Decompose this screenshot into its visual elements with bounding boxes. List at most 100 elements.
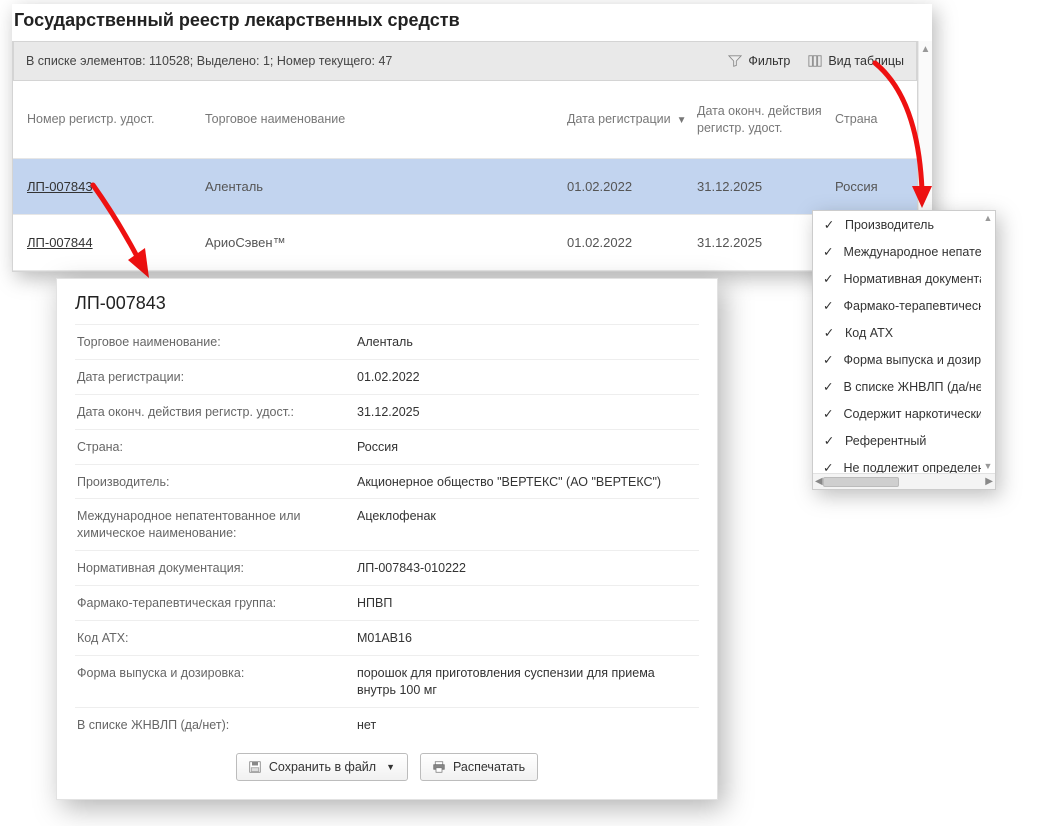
print-label: Распечатать (453, 760, 525, 774)
check-icon: ✓ (823, 217, 835, 232)
detail-label: Производитель: (77, 474, 345, 491)
main-panel: Государственный реестр лекарственных сре… (12, 4, 932, 272)
grid-header-row: Номер регистр. удост. Торговое наименова… (13, 81, 917, 159)
cell-tradename: Аленталь (193, 179, 563, 194)
detail-value: 01.02.2022 (357, 369, 697, 386)
table-row[interactable]: ЛП-007844 АриоСэвен™ 01.02.2022 31.12.20… (13, 215, 917, 271)
column-menu-item[interactable]: ✓ Код АТХ (813, 319, 981, 346)
column-menu-item[interactable]: ✓ Производитель (813, 211, 981, 238)
detail-value: Аленталь (357, 334, 697, 351)
column-menu-label: Не подлежит определению (843, 461, 981, 474)
detail-value: Россия (357, 439, 697, 456)
floppy-icon (249, 761, 261, 773)
detail-row: Фармако-терапевтическая группа: НПВП (75, 585, 699, 620)
column-menu-item[interactable]: ✓ Не подлежит определению (813, 454, 981, 473)
check-icon: ✓ (823, 406, 833, 421)
reg-link[interactable]: ЛП-007844 (27, 235, 93, 250)
columns-button[interactable]: Вид таблицы (808, 54, 904, 68)
column-menu-item[interactable]: ✓ Референтный (813, 427, 981, 454)
detail-value: ЛП-007843-010222 (357, 560, 697, 577)
menu-horizontal-scrollbar[interactable]: ◀ ▶ (813, 473, 995, 489)
detail-label: Страна: (77, 439, 345, 456)
check-icon: ✓ (823, 460, 833, 473)
cell-regdate: 01.02.2022 (563, 235, 693, 250)
column-menu-item[interactable]: ✓ Фармако-терапевтическая (813, 292, 981, 319)
col-header-country[interactable]: Страна (831, 111, 917, 127)
print-button[interactable]: Распечатать (420, 753, 538, 781)
cell-country: Россия (831, 179, 917, 194)
filter-label: Фильтр (748, 54, 790, 68)
column-chooser-menu[interactable]: ✓Производитель✓Международное непатенто✓Н… (812, 210, 996, 490)
detail-label: Дата регистрации: (77, 369, 345, 386)
check-icon: ✓ (823, 433, 835, 448)
column-menu-item[interactable]: ✓ Содержит наркотическите (813, 400, 981, 427)
column-menu-item[interactable]: ✓Форма выпуска и дозировк (813, 346, 981, 373)
detail-label: В списке ЖНВЛП (да/нет): (77, 717, 345, 734)
column-menu-item[interactable]: ✓ Нормативная документаци (813, 265, 981, 292)
column-menu-item[interactable]: ✓В списке ЖНВЛП (да/нет) (813, 373, 981, 400)
col-header-regdate[interactable]: Дата регистрации▼ (563, 111, 693, 127)
column-menu-label: Фармако-терапевтическая (843, 299, 981, 313)
col-header-regno[interactable]: Номер регистр. удост. (13, 111, 193, 127)
printer-icon (433, 761, 445, 773)
detail-row: Код АТХ:M01AB16 (75, 620, 699, 655)
filter-button[interactable]: Фильтр (728, 54, 790, 68)
column-menu-label: Форма выпуска и дозировк (843, 353, 981, 367)
col-header-tradename[interactable]: Торговое наименование (193, 111, 563, 127)
cell-expdate: 31.12.2025 (693, 235, 831, 250)
data-grid: В списке элементов: 110528; Выделено: 1;… (12, 41, 918, 272)
detail-value: 31.12.2025 (357, 404, 697, 421)
chevron-down-icon: ▼ (386, 762, 395, 772)
column-menu-label: Референтный (845, 434, 926, 448)
column-menu-item[interactable]: ✓Международное непатенто (813, 238, 981, 265)
col-header-expdate[interactable]: Дата оконч. действия регистр. удост. (693, 103, 831, 136)
detail-card: ЛП-007843 Торговое наименование:Аленталь… (56, 278, 718, 800)
table-row[interactable]: ЛП-007843 Аленталь 01.02.2022 31.12.2025… (13, 159, 917, 215)
scroll-right-icon: ▶ (985, 476, 993, 487)
detail-value: порошок для приготовления суспензии для … (357, 665, 697, 699)
detail-actions: Сохранить в файл ▼ Распечатать (75, 753, 699, 781)
sort-desc-icon: ▼ (677, 115, 687, 126)
detail-value: нет (357, 717, 697, 734)
cell-tradename: АриоСэвен™ (193, 235, 563, 250)
reg-link[interactable]: ЛП-007843 (27, 179, 93, 194)
detail-row: Нормативная документация: ЛП-007843-01022… (75, 550, 699, 585)
detail-row: Международное непатентованное или химиче… (75, 498, 699, 550)
detail-row: Торговое наименование: Аленталь (75, 324, 699, 359)
detail-label: Торговое наименование: (77, 334, 345, 351)
funnel-icon (728, 54, 742, 68)
column-menu-label: Международное непатенто (843, 245, 981, 259)
detail-label: Дата оконч. действия регистр. удост.: (77, 404, 345, 421)
detail-row: В списке ЖНВЛП (да/нет): нет (75, 707, 699, 742)
column-menu-label: Код АТХ (845, 326, 893, 340)
detail-label: Форма выпуска и дозировка: (77, 665, 345, 699)
detail-row: Производитель:Акционерное общество "ВЕРТ… (75, 464, 699, 499)
status-text: В списке элементов: 110528; Выделено: 1;… (26, 54, 392, 68)
column-menu-label: Содержит наркотическите (843, 407, 981, 421)
detail-value: M01AB16 (357, 630, 697, 647)
check-icon: ✓ (823, 379, 833, 394)
cell-expdate: 31.12.2025 (693, 179, 831, 194)
columns-icon (808, 54, 822, 68)
toolbar-actions: Фильтр Вид таблицы (728, 54, 904, 68)
grid-toolbar: В списке элементов: 110528; Выделено: 1;… (13, 41, 917, 81)
scroll-thumb[interactable] (823, 477, 899, 487)
check-icon: ✓ (823, 271, 833, 286)
check-icon: ✓ (823, 298, 833, 313)
columns-label: Вид таблицы (828, 54, 904, 68)
detail-value: НПВП (357, 595, 697, 612)
save-to-file-button[interactable]: Сохранить в файл ▼ (236, 753, 408, 781)
detail-label: Нормативная документация: (77, 560, 345, 577)
menu-vertical-scrollbar[interactable]: ▲▼ (981, 211, 995, 473)
column-menu-label: Нормативная документаци (843, 272, 981, 286)
detail-label: Международное непатентованное или химиче… (77, 508, 345, 542)
detail-row: Страна: Россия (75, 429, 699, 464)
column-menu-label: Производитель (845, 218, 934, 232)
detail-row: Дата оконч. действия регистр. удост.: 31.… (75, 394, 699, 429)
scroll-up-icon: ▲ (984, 213, 993, 223)
check-icon: ✓ (823, 325, 835, 340)
scroll-down-icon: ▼ (984, 461, 993, 471)
page-title: Государственный реестр лекарственных сре… (12, 4, 932, 41)
scroll-left-icon: ◀ (815, 476, 823, 487)
detail-label: Фармако-терапевтическая группа: (77, 595, 345, 612)
